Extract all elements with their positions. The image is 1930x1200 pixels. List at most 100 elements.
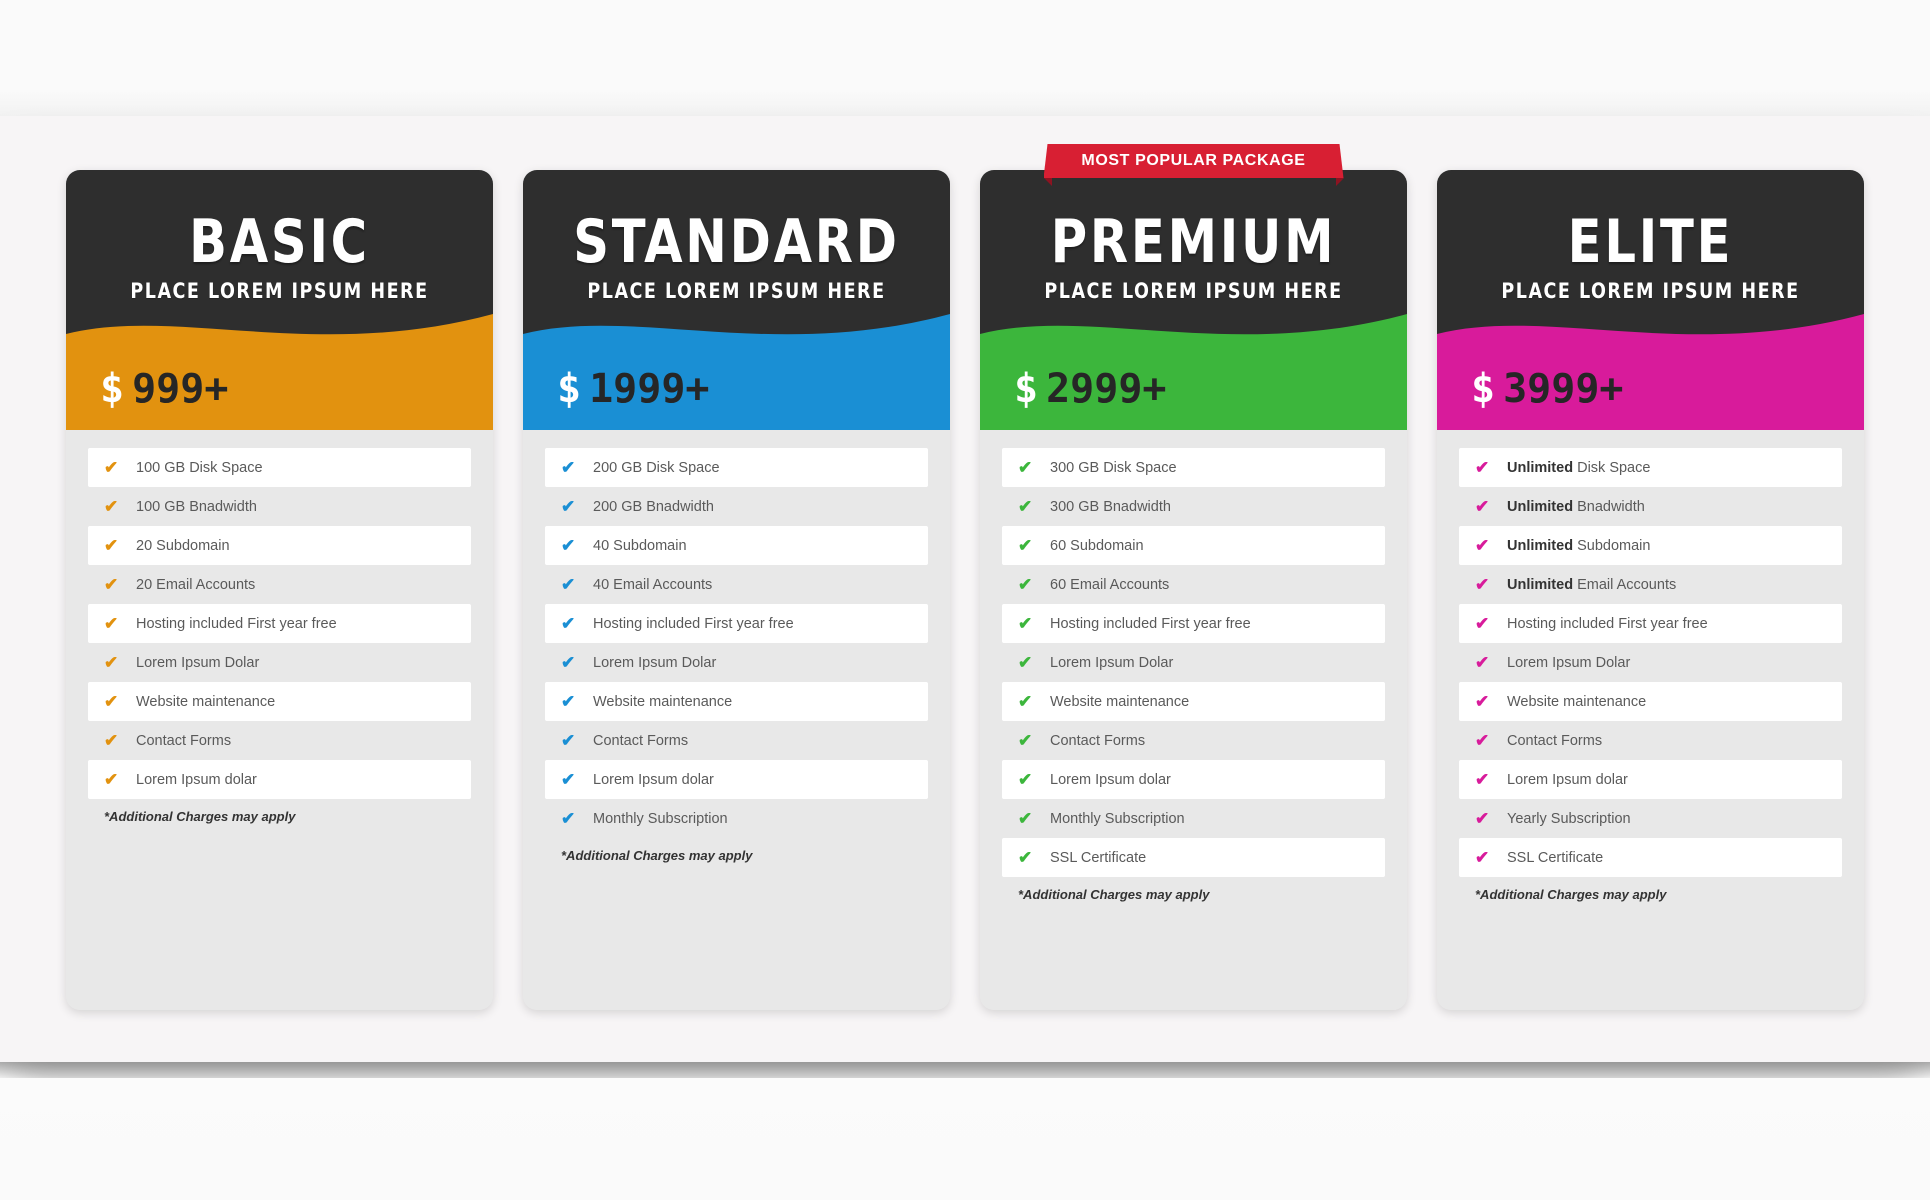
- feature-row: ✔ Hosting included First year free: [88, 604, 471, 643]
- feature-row: ✔ Hosting included First year free: [1002, 604, 1385, 643]
- check-icon: ✔: [1475, 848, 1490, 867]
- feature-row: ✔ Unlimited Bnadwidth: [1459, 487, 1842, 526]
- feature-label: 60 Subdomain: [1050, 537, 1144, 554]
- feature-row: ✔ Lorem Ipsum dolar: [88, 760, 471, 799]
- feature-row: ✔ 100 GB Bnadwidth: [88, 487, 471, 526]
- check-icon: ✔: [104, 575, 119, 594]
- check-icon: ✔: [561, 458, 576, 477]
- feature-label: 300 GB Bnadwidth: [1050, 498, 1171, 515]
- feature-row: ✔ Lorem Ipsum Dolar: [1002, 643, 1385, 682]
- check-icon: ✔: [1018, 458, 1033, 477]
- page-top-band: [0, 0, 1930, 116]
- card-header: BASIC PLACE LOREM IPSUM HERE $999+: [66, 170, 493, 430]
- feature-row: ✔ Lorem Ipsum dolar: [545, 760, 928, 799]
- feature-row: ✔ 60 Subdomain: [1002, 526, 1385, 565]
- card-body: BASIC PLACE LOREM IPSUM HERE $999+ ✔ 100 GB …: [66, 170, 493, 1010]
- feature-label: Website maintenance: [1507, 693, 1647, 710]
- feature-row: ✔ Lorem Ipsum dolar: [1459, 760, 1842, 799]
- check-icon: ✔: [1018, 809, 1033, 828]
- feature-label: Lorem Ipsum Dolar: [1507, 654, 1631, 671]
- feature-label: 300 GB Disk Space: [1050, 459, 1177, 476]
- feature-row: ✔ Website maintenance: [1459, 682, 1842, 721]
- pricing-card-elite[interactable]: ELITE PLACE LOREM IPSUM HERE $3999+ ✔ Unlimi…: [1437, 170, 1864, 1010]
- feature-label: Yearly Subscription: [1507, 810, 1631, 827]
- feature-list: ✔ Unlimited Disk Space ✔ Unlimited Bnadwidt…: [1437, 430, 1864, 877]
- feature-row: ✔ 40 Email Accounts: [545, 565, 928, 604]
- additional-charges-note: *Additional Charges may apply: [1475, 887, 1667, 902]
- check-icon: ✔: [1018, 497, 1033, 516]
- feature-label: 100 GB Bnadwidth: [136, 498, 257, 515]
- price-value: 999+: [132, 366, 229, 412]
- feature-label: Lorem Ipsum Dolar: [1050, 654, 1174, 671]
- price-value: 1999+: [589, 366, 710, 412]
- pricing-card-list: BASIC PLACE LOREM IPSUM HERE $999+ ✔ 100 GB …: [0, 116, 1930, 1062]
- check-icon: ✔: [104, 770, 119, 789]
- check-icon: ✔: [1475, 809, 1490, 828]
- panel-shadow: [0, 1062, 1930, 1078]
- feature-row: ✔ Lorem Ipsum dolar: [1002, 760, 1385, 799]
- check-icon: ✔: [104, 536, 119, 555]
- feature-row: ✔ Lorem Ipsum Dolar: [1459, 643, 1842, 682]
- card-body: STANDARD PLACE LOREM IPSUM HERE $1999+ ✔ 200…: [523, 170, 950, 1010]
- check-icon: ✔: [1475, 770, 1490, 789]
- feature-row: ✔ 60 Email Accounts: [1002, 565, 1385, 604]
- pricing-card-standard[interactable]: STANDARD PLACE LOREM IPSUM HERE $1999+ ✔ 200…: [523, 170, 950, 1010]
- card-header: STANDARD PLACE LOREM IPSUM HERE $1999+: [523, 170, 950, 430]
- pricing-page: BASIC PLACE LOREM IPSUM HERE $999+ ✔ 100 GB …: [0, 0, 1930, 1200]
- check-icon: ✔: [1018, 731, 1033, 750]
- check-icon: ✔: [561, 575, 576, 594]
- check-icon: ✔: [1018, 575, 1033, 594]
- ribbon-fold-right-icon: [1335, 178, 1344, 186]
- check-icon: ✔: [1475, 575, 1490, 594]
- feature-list: ✔ 300 GB Disk Space ✔ 300 GB Bnadwidth ✔ 60 S…: [980, 430, 1407, 877]
- check-icon: ✔: [561, 536, 576, 555]
- feature-label: Hosting included First year free: [1507, 615, 1708, 632]
- card-body: PREMIUM PLACE LOREM IPSUM HERE $2999+ ✔ 300 …: [980, 170, 1407, 1010]
- plan-price: $1999+: [557, 366, 710, 412]
- feature-label: Hosting included First year free: [136, 615, 337, 632]
- feature-row: ✔ 100 GB Disk Space: [88, 448, 471, 487]
- feature-label: 60 Email Accounts: [1050, 576, 1170, 593]
- feature-label: 40 Subdomain: [593, 537, 687, 554]
- feature-row: ✔ 40 Subdomain: [545, 526, 928, 565]
- check-icon: ✔: [104, 497, 119, 516]
- plan-name: BASIC: [189, 207, 370, 277]
- feature-label: SSL Certificate: [1050, 849, 1147, 866]
- check-icon: ✔: [1475, 614, 1490, 633]
- feature-label: Unlimited Email Accounts: [1507, 576, 1677, 593]
- feature-label: Website maintenance: [136, 693, 276, 710]
- feature-label: Hosting included First year free: [593, 615, 794, 632]
- feature-list: ✔ 200 GB Disk Space ✔ 200 GB Bnadwidth ✔ 40 S…: [523, 430, 950, 838]
- check-icon: ✔: [1475, 692, 1490, 711]
- feature-label: 20 Subdomain: [136, 537, 230, 554]
- check-icon: ✔: [1475, 497, 1490, 516]
- feature-label: 200 GB Bnadwidth: [593, 498, 714, 515]
- check-icon: ✔: [1018, 653, 1033, 672]
- feature-row: ✔ Contact Forms: [1002, 721, 1385, 760]
- feature-row: ✔ Monthly Subscription: [1002, 799, 1385, 838]
- feature-row: ✔ Contact Forms: [545, 721, 928, 760]
- pricing-card-premium[interactable]: MOST POPULAR PACKAGE PREMIUM PLACE LOREM I…: [980, 170, 1407, 1010]
- check-icon: ✔: [561, 614, 576, 633]
- feature-row: ✔ 300 GB Bnadwidth: [1002, 487, 1385, 526]
- pricing-card-basic[interactable]: BASIC PLACE LOREM IPSUM HERE $999+ ✔ 100 GB …: [66, 170, 493, 1010]
- feature-label: Monthly Subscription: [593, 810, 728, 827]
- check-icon: ✔: [1475, 731, 1490, 750]
- feature-label: Website maintenance: [593, 693, 733, 710]
- ribbon-fold-left-icon: [1043, 178, 1052, 186]
- feature-label: Unlimited Bnadwidth: [1507, 498, 1645, 515]
- additional-charges-note: *Additional Charges may apply: [1018, 887, 1210, 902]
- feature-label: Lorem Ipsum Dolar: [593, 654, 717, 671]
- currency-symbol: $: [1014, 366, 1039, 412]
- check-icon: ✔: [1475, 458, 1490, 477]
- most-popular-ribbon: MOST POPULAR PACKAGE: [1043, 144, 1344, 186]
- plan-price: $999+: [100, 366, 228, 412]
- feature-label: Lorem Ipsum dolar: [1507, 771, 1628, 788]
- feature-row: ✔ Unlimited Email Accounts: [1459, 565, 1842, 604]
- price-value: 2999+: [1046, 366, 1167, 412]
- feature-label: 40 Email Accounts: [593, 576, 713, 593]
- check-icon: ✔: [561, 731, 576, 750]
- page-bottom-band: [0, 1078, 1930, 1200]
